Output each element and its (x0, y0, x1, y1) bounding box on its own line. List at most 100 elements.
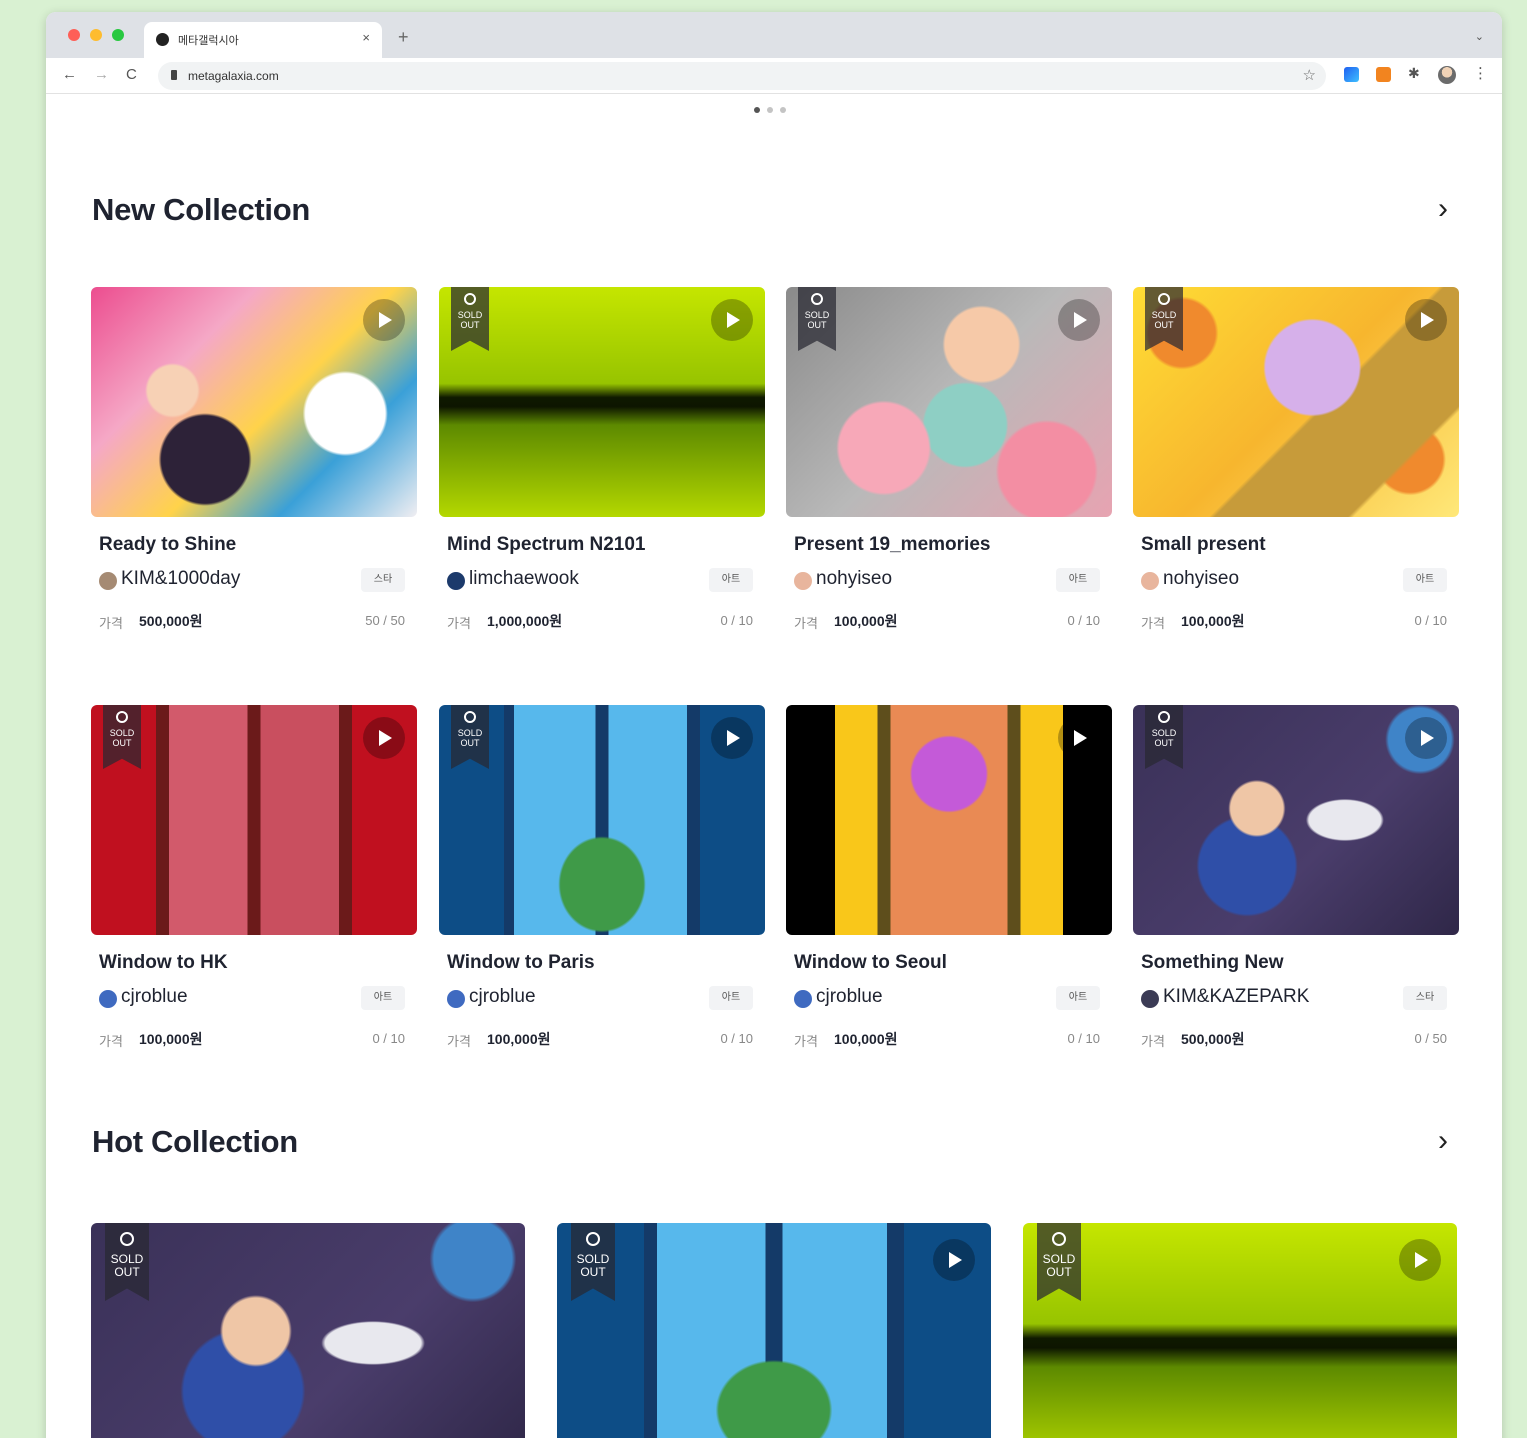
artist-name[interactable]: nohyiseo (1163, 568, 1239, 590)
price-label: 가격 (99, 616, 123, 631)
artist-name[interactable]: nohyiseo (816, 568, 892, 590)
sold-out-badge: SOLD OUT (1145, 287, 1183, 351)
bookmark-star-icon[interactable]: ☆ (1303, 66, 1316, 84)
artwork-title[interactable]: Present 19_memories (794, 534, 990, 556)
category-badge: 아트 (1056, 986, 1100, 1010)
carousel-dot[interactable] (767, 107, 773, 113)
new-collection-title: New Collection (92, 192, 310, 227)
play-icon[interactable] (711, 717, 753, 759)
artwork-title[interactable]: Window to HK (99, 952, 228, 974)
artist-avatar (794, 990, 812, 1008)
price-label: 가격 (99, 1034, 123, 1049)
category-badge: 아트 (1056, 568, 1100, 592)
maximize-window-button[interactable] (112, 29, 124, 41)
artist-name[interactable]: cjroblue (816, 986, 883, 1008)
carousel-dot[interactable] (754, 107, 760, 113)
artist-name[interactable]: KIM&1000day (121, 568, 240, 590)
forward-button[interactable]: → (94, 66, 109, 84)
new-tab-button[interactable]: + (398, 28, 409, 46)
edition-count: 0 / 10 (1067, 1031, 1100, 1046)
tab-title: 메타갤럭시아 (178, 35, 239, 47)
browser-tab[interactable]: 메타갤럭시아 × (144, 22, 382, 58)
sold-out-text: SOLD OUT (804, 310, 830, 330)
sold-out-text: SOLD OUT (110, 1252, 144, 1279)
tab-close-icon[interactable]: × (362, 30, 370, 45)
back-button[interactable]: ← (62, 66, 77, 84)
play-icon[interactable] (1405, 717, 1447, 759)
sold-out-text: SOLD OUT (109, 728, 135, 748)
artwork-thumbnail[interactable]: SOLD OUT (91, 705, 417, 935)
url-text[interactable]: metagalaxia.com (188, 69, 279, 83)
price-value: 100,000원 (487, 1031, 551, 1047)
play-icon[interactable] (1058, 717, 1100, 759)
artist-name[interactable]: KIM&KAZEPARK (1163, 986, 1309, 1008)
artwork-title[interactable]: Window to Seoul (794, 952, 947, 974)
edition-count: 0 / 50 (1414, 1031, 1447, 1046)
minimize-window-button[interactable] (90, 29, 102, 41)
edition-count: 0 / 10 (372, 1031, 405, 1046)
artwork-title[interactable]: Mind Spectrum N2101 (447, 534, 646, 556)
reload-button[interactable]: C (126, 66, 137, 84)
extensions-puzzle-icon[interactable]: ✱ (1408, 65, 1420, 82)
artwork-title[interactable]: Window to Paris (447, 952, 595, 974)
play-icon[interactable] (1405, 299, 1447, 341)
address-bar[interactable]: metagalaxia.com ☆ (158, 62, 1326, 90)
sold-out-text: SOLD OUT (576, 1252, 610, 1279)
play-icon[interactable] (363, 299, 405, 341)
price-value: 500,000원 (1181, 1031, 1245, 1047)
browser-menu-icon[interactable]: ⋮ (1473, 64, 1488, 82)
artwork-title[interactable]: Small present (1141, 534, 1266, 556)
artist-avatar (1141, 572, 1159, 590)
hot-collection-card[interactable]: SOLD OUT (91, 1223, 525, 1438)
hot-collection-card[interactable]: SOLD OUT (557, 1223, 991, 1438)
artwork-thumbnail[interactable]: SOLD OUT (1133, 287, 1459, 517)
lock-icon (171, 70, 177, 80)
badge-logo-icon (464, 293, 476, 305)
edition-count: 0 / 10 (1067, 613, 1100, 628)
artwork-thumbnail[interactable] (786, 705, 1112, 935)
new-collection-more-icon[interactable]: › (1438, 194, 1448, 224)
artist-name[interactable]: cjroblue (121, 986, 188, 1008)
hot-collection-title: Hot Collection (92, 1124, 298, 1159)
artwork-title[interactable]: Something New (1141, 952, 1284, 974)
tab-bar: 메타갤럭시아 × + ⌄ (46, 12, 1502, 58)
artwork-thumbnail[interactable]: SOLD OUT (1133, 705, 1459, 935)
price-value: 500,000원 (139, 613, 203, 629)
artist-name[interactable]: cjroblue (469, 986, 536, 1008)
play-icon[interactable] (363, 717, 405, 759)
close-window-button[interactable] (68, 29, 80, 41)
badge-logo-icon (1158, 711, 1170, 723)
sold-out-badge: SOLD OUT (798, 287, 836, 351)
artwork-thumbnail[interactable]: SOLD OUT (439, 287, 765, 517)
play-icon[interactable] (1399, 1239, 1441, 1281)
artwork-thumbnail[interactable]: SOLD OUT (786, 287, 1112, 517)
category-badge: 아트 (1403, 568, 1447, 592)
artwork-thumbnail[interactable]: SOLD OUT (439, 705, 765, 935)
browser-window: 메타갤럭시아 × + ⌄ ← → C metagalaxia.com ☆ ✱ ⋮… (46, 12, 1502, 1438)
sold-out-badge: SOLD OUT (105, 1223, 149, 1301)
badge-logo-icon (811, 293, 823, 305)
hot-collection-more-icon[interactable]: › (1438, 1126, 1448, 1156)
tab-search-icon[interactable]: ⌄ (1475, 30, 1484, 43)
price-label: 가격 (1141, 616, 1165, 631)
artist-name[interactable]: limchaewook (469, 568, 579, 590)
extension-icon[interactable] (1344, 67, 1359, 82)
badge-logo-icon (1052, 1232, 1066, 1246)
sold-out-badge: SOLD OUT (103, 705, 141, 769)
play-icon[interactable] (711, 299, 753, 341)
category-badge: 아트 (709, 986, 753, 1010)
profile-avatar[interactable] (1438, 66, 1456, 84)
carousel-dot[interactable] (780, 107, 786, 113)
badge-logo-icon (1158, 293, 1170, 305)
badge-logo-icon (586, 1232, 600, 1246)
play-icon[interactable] (1058, 299, 1100, 341)
artwork-thumbnail[interactable] (91, 287, 417, 517)
metamask-icon[interactable] (1376, 67, 1391, 82)
hot-collection-card[interactable]: SOLD OUT (1023, 1223, 1457, 1438)
sold-out-badge: SOLD OUT (1145, 705, 1183, 769)
price-label: 가격 (794, 1034, 818, 1049)
price-value: 100,000원 (834, 1031, 898, 1047)
play-icon[interactable] (933, 1239, 975, 1281)
artist-avatar (99, 990, 117, 1008)
artwork-title[interactable]: Ready to Shine (99, 534, 236, 556)
